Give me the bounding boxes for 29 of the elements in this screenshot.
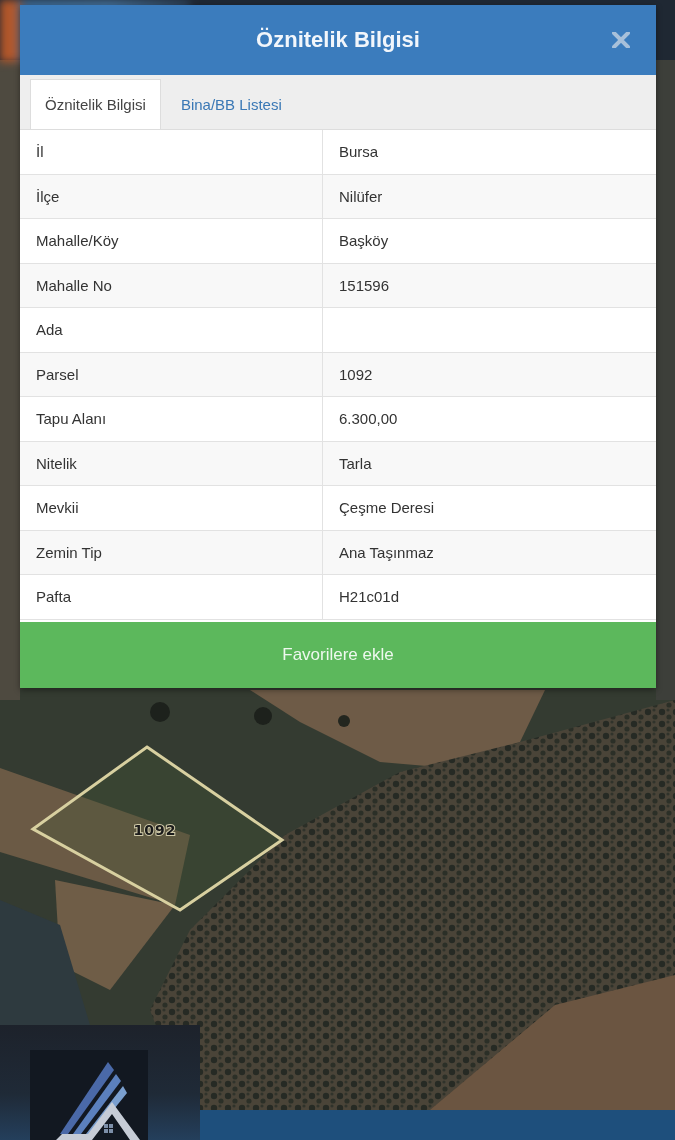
attribute-name-cell: Zemin Tip (20, 530, 323, 574)
attribute-name-cell: İl (20, 130, 323, 174)
attribute-name-cell: Mahalle/Köy (20, 219, 323, 263)
attribute-name-cell: Mevkii (20, 486, 323, 530)
attribute-value-cell-text: 1092 (338, 364, 374, 385)
tab[interactable]: Öznitelik Bilgisi (30, 79, 161, 129)
attribute-name-cell: İlçe (20, 174, 323, 218)
add-to-favorites-button[interactable]: Favorilere ekle (20, 621, 656, 688)
attribute-name-cell: Tapu Alanı (20, 397, 323, 441)
tab[interactable]: Bina/BB Listesi (166, 79, 296, 129)
attribute-name-cell: Mahalle No (20, 263, 323, 307)
attribute-name-cell: Parsel (20, 352, 323, 396)
attribute-value-cell-text: Bursa (338, 142, 380, 163)
attribute-value-cell-text: Nilüfer (338, 186, 384, 207)
attribute-value-cell-text: Çeşme Deresi (338, 498, 436, 519)
attribute-value-cell-text: Ana Taşınmaz (338, 542, 435, 563)
attribute-value-cell-text: 151596 (338, 275, 391, 296)
parcel-label: 1092 (133, 822, 177, 838)
attribute-name-cell: Ada (20, 308, 323, 352)
attribute-value-cell-text: Başköy (338, 231, 390, 252)
attribute-value-cell-text: 6.300,00 (338, 409, 399, 430)
attribute-value-cell-text: H21c01d (338, 587, 401, 608)
attribute-value-cell-text: Tarla (338, 453, 373, 474)
attribute-name-cell: Pafta (20, 575, 323, 619)
close-icon (612, 32, 630, 48)
logo-icon (30, 1050, 148, 1140)
dialog-title: Öznitelik Bilgisi (256, 27, 420, 53)
attribute-name-cell: Nitelik (20, 441, 323, 485)
close-button[interactable] (612, 32, 630, 48)
